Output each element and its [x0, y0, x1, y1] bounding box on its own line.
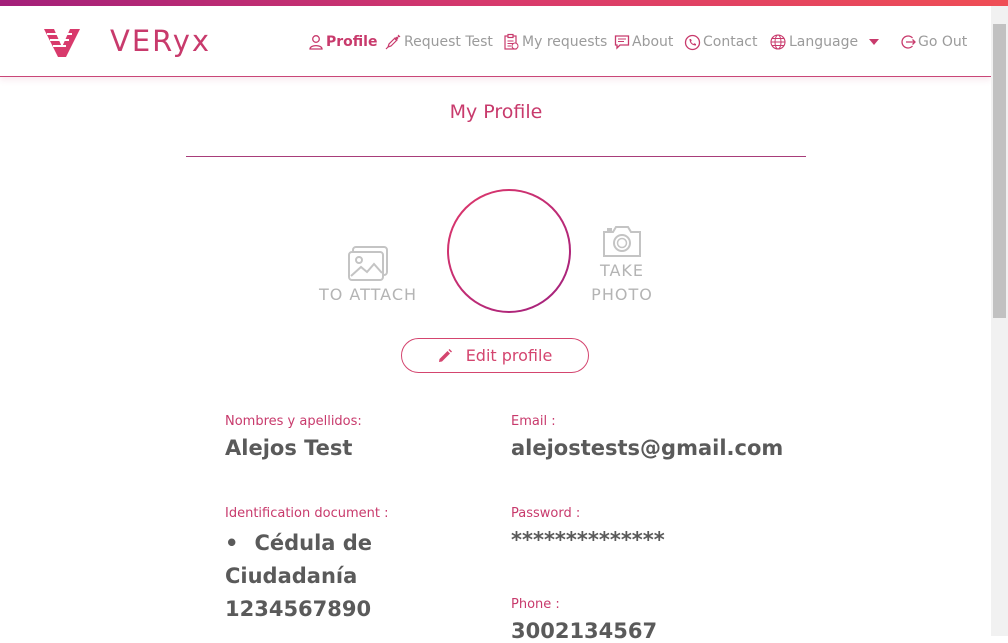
- scrollbar[interactable]: [991, 6, 1008, 636]
- id-number: 1234567890: [225, 597, 372, 621]
- camera-icon: [603, 226, 641, 257]
- email-value: alejostests@gmail.com: [511, 436, 784, 460]
- nav-about[interactable]: About: [614, 33, 673, 51]
- avatar: [447, 189, 571, 313]
- nav-profile-label: Profile: [326, 34, 378, 50]
- edit-profile-label: Edit profile: [465, 346, 553, 365]
- nav-contact-label: Contact: [703, 34, 758, 50]
- nav-profile[interactable]: Profile: [308, 33, 377, 51]
- brand-name[interactable]: VERyx: [110, 24, 211, 58]
- phone-value: 3002134567: [511, 619, 658, 643]
- id-type-line1: Cédula de: [254, 531, 373, 555]
- message-icon: [614, 35, 630, 50]
- logout-icon: [901, 35, 916, 49]
- language-label: Language: [789, 34, 859, 50]
- page-title: My Profile: [449, 101, 543, 123]
- nav-my-requests-label: My requests: [522, 34, 608, 50]
- nav-go-out[interactable]: Go Out: [900, 33, 967, 51]
- edit-profile-button[interactable]: Edit profile: [401, 338, 589, 373]
- caret-down-icon: [869, 39, 880, 45]
- nav-go-out-label: Go Out: [918, 34, 968, 50]
- phone-icon: [684, 34, 701, 50]
- take-photo-label-2: PHOTO: [591, 285, 653, 304]
- id-document-label: Identification document :: [225, 506, 389, 521]
- password-label: Password :: [511, 506, 581, 521]
- id-document-value: • Cédula de Ciudadanía 1234567890: [225, 527, 425, 626]
- title-divider: [186, 156, 806, 157]
- nav-request-test[interactable]: Request Test: [384, 33, 493, 51]
- clipboard-icon: [504, 33, 519, 50]
- globe-icon: [770, 34, 786, 50]
- nav-about-label: About: [632, 34, 674, 50]
- password-value: **************: [511, 528, 665, 552]
- attach-label: TO ATTACH: [318, 285, 418, 304]
- nav-contact[interactable]: Contact: [684, 33, 757, 51]
- take-photo-button[interactable]: TAKE PHOTO: [582, 223, 662, 307]
- email-label: Email :: [511, 414, 556, 429]
- pencil-icon: [438, 348, 452, 362]
- veryx-logo-icon[interactable]: [42, 25, 82, 59]
- syringe-icon: [385, 34, 401, 50]
- attach-photo-button[interactable]: TO ATTACH: [318, 245, 418, 307]
- nav-my-requests[interactable]: My requests: [502, 33, 607, 51]
- nav-request-test-label: Request Test: [404, 34, 493, 50]
- bullet-icon: •: [225, 531, 239, 555]
- name-label: Nombres y apellidos:: [225, 414, 362, 429]
- user-icon: [309, 35, 323, 50]
- take-photo-label-1: TAKE: [599, 261, 645, 280]
- name-value: Alejos Test: [225, 436, 353, 460]
- image-icon: [348, 246, 388, 281]
- scrollbar-thumb[interactable]: [993, 24, 1006, 318]
- navbar: VERyx Profile Request Test My requests A…: [0, 6, 991, 77]
- language-dropdown[interactable]: Language: [769, 33, 882, 51]
- id-type-line2: Ciudadanía: [225, 564, 358, 588]
- phone-label: Phone :: [511, 597, 560, 612]
